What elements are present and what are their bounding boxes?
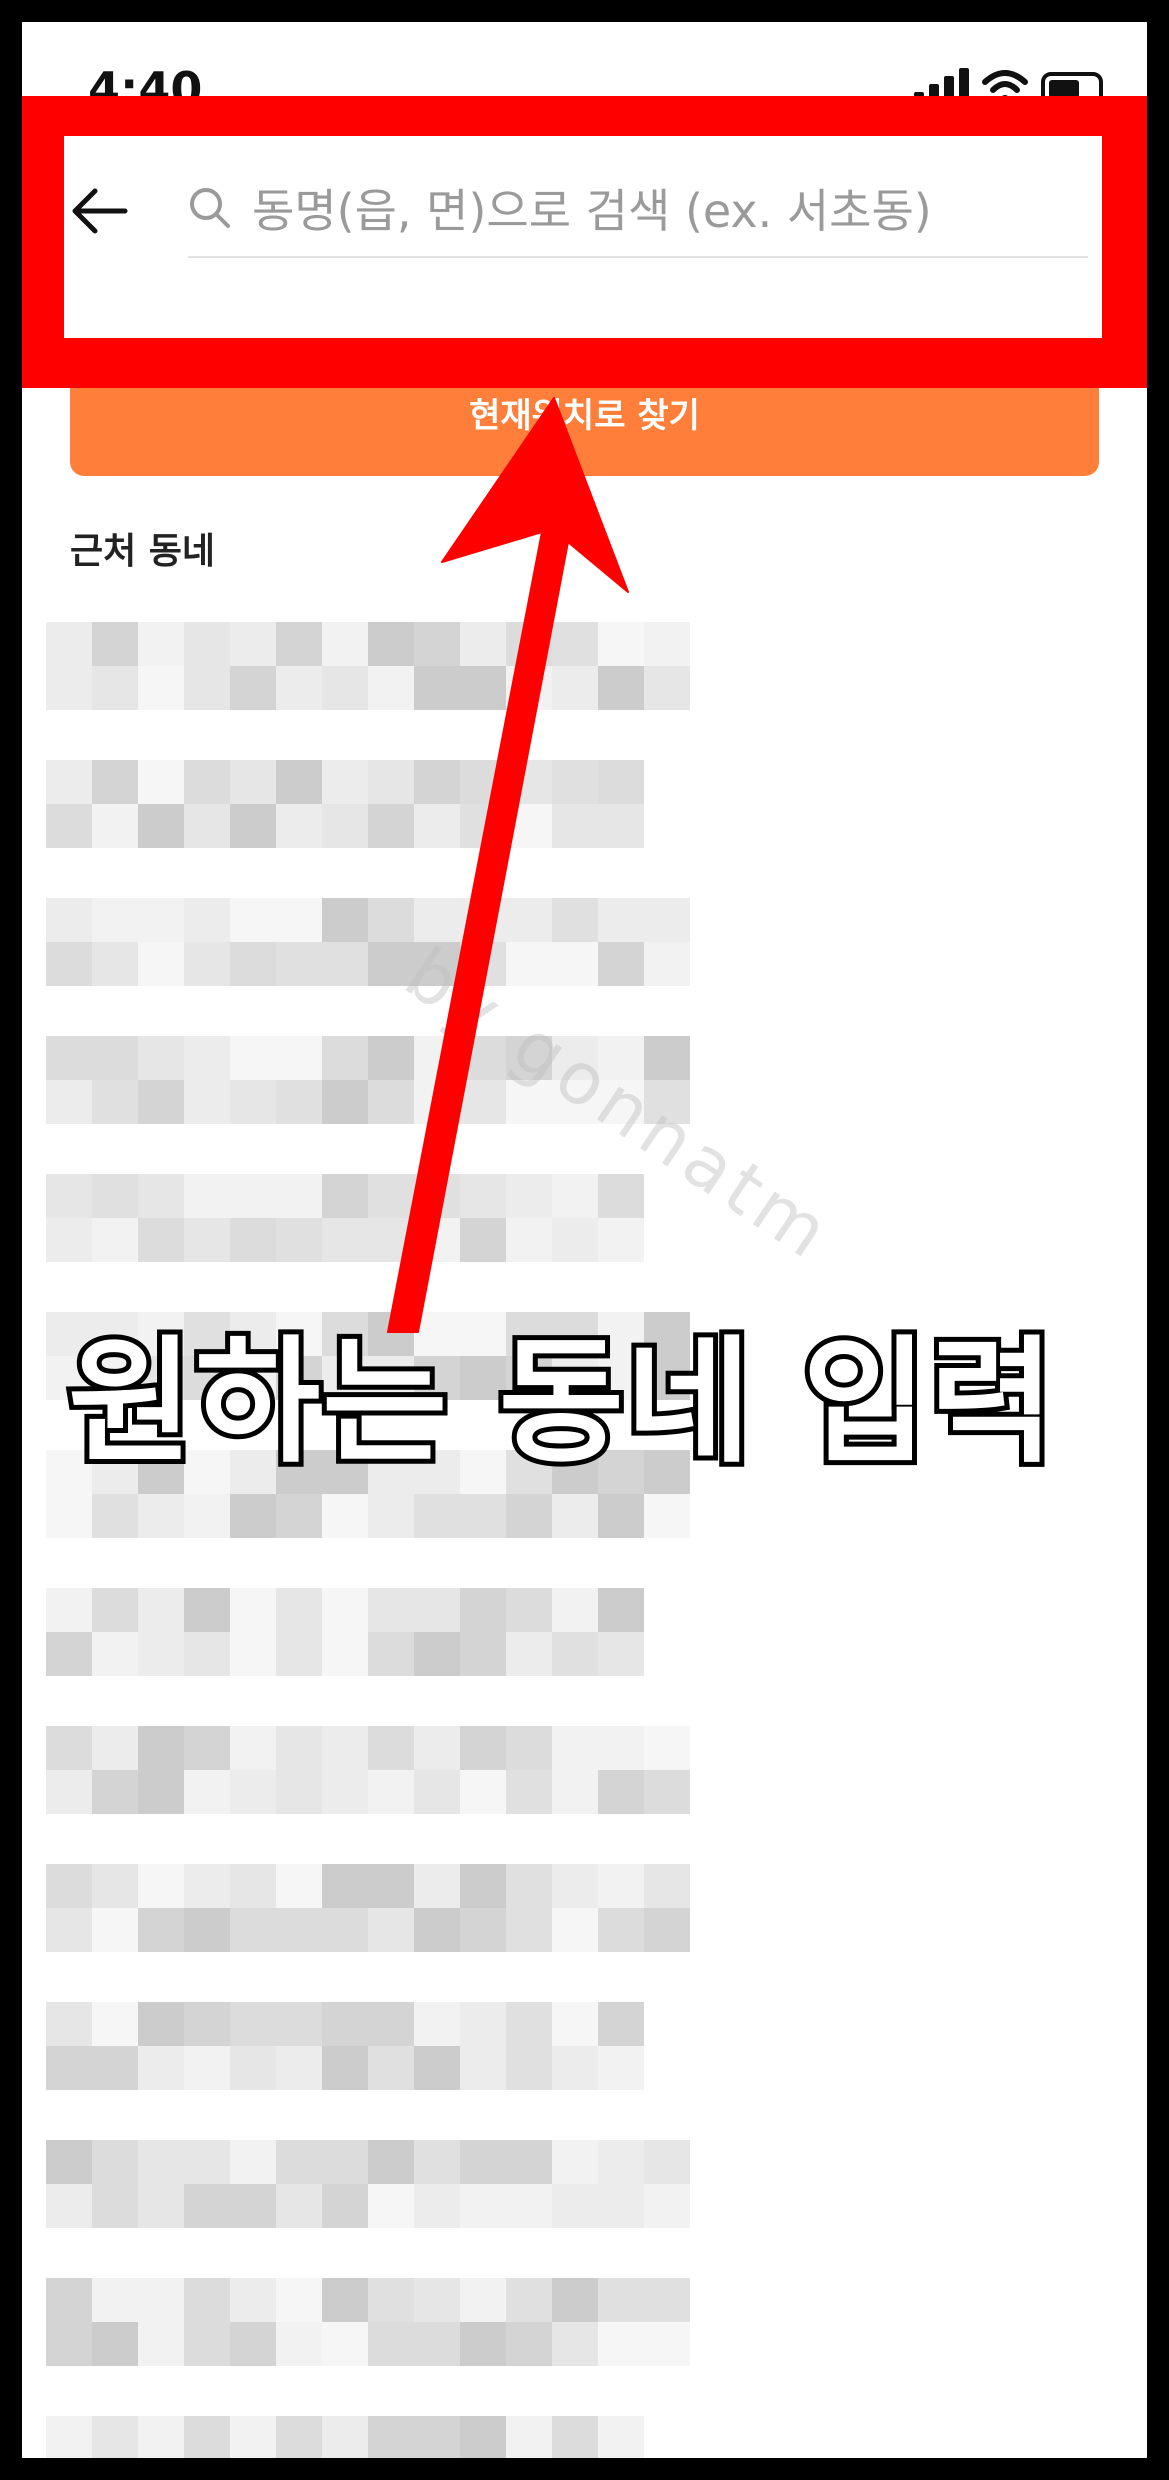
list-item[interactable] [46, 2416, 696, 2458]
phone-screen: 4:40 동명(읍, 면)으로 검색 (ex. 서초동) 현재위치로 찾기 근처… [22, 22, 1147, 2458]
redacted-text-line [46, 2322, 696, 2366]
redacted-text-line [46, 1908, 696, 1952]
redacted-text-line [46, 898, 696, 942]
annotation-caption: 원하는 동네 입력 [63, 1319, 1060, 1487]
list-item[interactable] [46, 760, 696, 848]
redacted-text-line [46, 1770, 696, 1814]
redacted-text-line [46, 1588, 696, 1632]
redacted-text-line [46, 1174, 696, 1218]
redacted-text-line [46, 2002, 696, 2046]
redacted-text-line [46, 1726, 696, 1770]
redacted-text-line [46, 942, 696, 986]
back-button[interactable] [64, 176, 134, 246]
list-item[interactable] [46, 2140, 696, 2228]
list-item[interactable] [46, 1174, 696, 1262]
current-location-button[interactable]: 현재위치로 찾기 [70, 388, 1099, 476]
redacted-text-line [46, 2046, 696, 2090]
list-item[interactable] [46, 1726, 696, 1814]
redacted-text-line [46, 666, 696, 710]
list-item[interactable] [46, 1588, 696, 1676]
redacted-text-line [46, 1864, 696, 1908]
redacted-text-line [46, 1494, 696, 1538]
redacted-text-line [46, 2278, 696, 2322]
redacted-text-line [46, 804, 696, 848]
redacted-text-line [46, 1218, 696, 1262]
list-item[interactable] [46, 2002, 696, 2090]
redacted-text-line [46, 760, 696, 804]
current-location-label: 현재위치로 찾기 [469, 395, 700, 436]
search-placeholder: 동명(읍, 면)으로 검색 (ex. 서초동) [252, 184, 932, 238]
redacted-text-line [46, 2184, 696, 2228]
list-item[interactable] [46, 1864, 696, 1952]
redacted-text-line [46, 1632, 696, 1676]
list-item[interactable] [46, 2278, 696, 2366]
search-highlight-box: 동명(읍, 면)으로 검색 (ex. 서초동) [22, 96, 1147, 388]
list-item[interactable] [46, 622, 696, 710]
back-arrow-icon [72, 188, 128, 234]
nearby-section-title: 근처 동네 [70, 531, 216, 572]
search-header: 동명(읍, 면)으로 검색 (ex. 서초동) [64, 136, 1102, 338]
redacted-text-line [46, 2416, 696, 2458]
search-icon [190, 188, 230, 228]
list-item[interactable] [46, 898, 696, 986]
redacted-text-line [46, 622, 696, 666]
search-input[interactable]: 동명(읍, 면)으로 검색 (ex. 서초동) [188, 160, 1088, 258]
redacted-text-line [46, 2140, 696, 2184]
